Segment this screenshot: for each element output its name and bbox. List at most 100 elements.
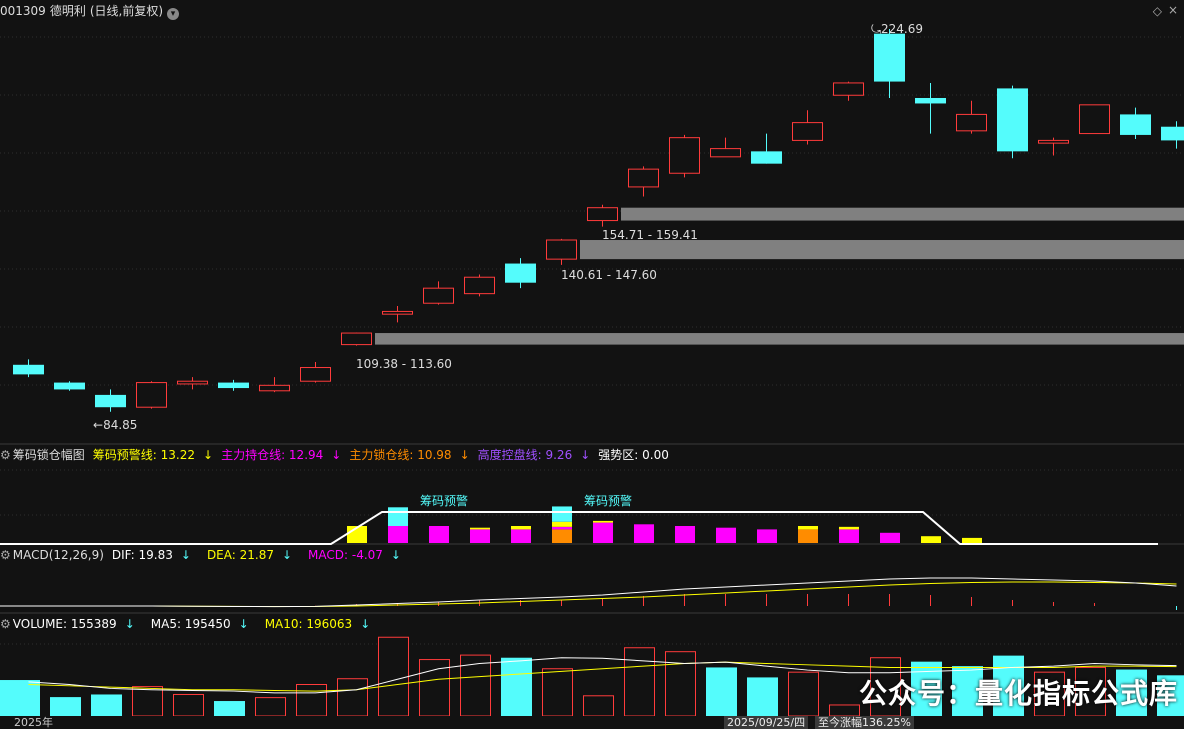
- volume-bar: [132, 686, 163, 717]
- chip-bar-segment: [593, 522, 613, 543]
- candle-body: [997, 88, 1028, 152]
- chevron-down-icon[interactable]: ▾: [167, 8, 180, 20]
- control-line-value: 高度控盘线: 9.26 ↓: [477, 448, 591, 462]
- candle-body: [259, 384, 290, 392]
- macd-value: MACD: -4.07 ↓: [308, 548, 401, 562]
- year-label: 2025年: [14, 716, 53, 729]
- chip-panel-header: ⚙ 筹码锁仓幅图 筹码预警线: 13.22 ↓ 主力持仓线: 12.94 ↓ 主力锁仓线: …: [0, 445, 677, 465]
- chip-bar-segment: [675, 526, 695, 543]
- chip-zone-band: [580, 240, 1184, 260]
- change-since-label: 至今涨幅136.25%: [815, 716, 914, 729]
- candle-body: [792, 122, 823, 141]
- candle-body: [341, 332, 372, 346]
- chip-bar-segment: [839, 529, 859, 543]
- chip-bar-segment: [798, 526, 818, 530]
- chip-bar-segment: [839, 526, 859, 530]
- time-axis-bar: [0, 716, 1184, 729]
- volume-bar: [665, 651, 696, 717]
- dif-value: DIF: 19.83 ↓: [111, 548, 191, 562]
- chip-signal-label-1: 筹码预警: [420, 494, 469, 508]
- watermark: 公众号：量化指标公式库: [858, 677, 1178, 710]
- candle-body: [587, 207, 618, 222]
- chip-panel-title: 筹码锁仓幅图: [12, 448, 85, 462]
- volume-bar: [501, 657, 532, 716]
- chip-bar-segment: [552, 521, 572, 527]
- dea-value: DEA: 21.87 ↓: [206, 548, 293, 562]
- candle-body: [423, 287, 454, 304]
- chip-bar-segment: [593, 520, 613, 523]
- chip-bar-segment: [470, 529, 490, 543]
- chip-bar-segment: [388, 507, 408, 526]
- volume-bar: [91, 694, 122, 716]
- candle-body: [95, 394, 126, 408]
- candle-body: [1161, 126, 1184, 141]
- candle-body: [915, 97, 946, 104]
- volume-bar: [214, 701, 245, 716]
- candle-body: [177, 380, 208, 385]
- macd-title: MACD(12,26,9): [12, 548, 104, 562]
- candle-body: [1120, 114, 1151, 135]
- gear-icon[interactable]: ⚙: [0, 617, 11, 631]
- close-icon[interactable]: ×: [1168, 3, 1178, 17]
- chip-bar-segment: [634, 524, 654, 543]
- volume-bar: [706, 667, 737, 716]
- lock-line-value: 主力锁仓线: 10.98 ↓: [349, 448, 470, 462]
- ma5-value: MA5: 195450 ↓: [150, 617, 249, 631]
- chip-signal-label-2: 筹码预警: [584, 494, 633, 508]
- volume-value: VOLUME: 155389 ↓: [12, 617, 135, 631]
- chip-bar-segment: [388, 526, 408, 543]
- stock-chart-window: 001309 德明利 (日线,前复权) ▾ ◇ × ⤿224.69 ←84.85 10…: [0, 0, 1184, 729]
- gear-icon[interactable]: ⚙: [0, 448, 11, 462]
- chip-bar-segment: [552, 526, 572, 530]
- chip-bar-segment: [798, 529, 818, 543]
- macd-panel-header: ⚙ MACD(12,26,9) DIF: 19.83 ↓ DEA: 21.87 ↓ MACD…: [0, 545, 417, 565]
- candle-body: [874, 33, 905, 82]
- chip-bar-segment: [921, 536, 941, 543]
- candle-body: [505, 263, 536, 283]
- chip-bar-segment: [511, 526, 531, 530]
- low-price-label: ←84.85: [93, 418, 138, 432]
- chip-bar-segment: [757, 529, 777, 543]
- volume-bar: [583, 695, 614, 717]
- candle-body: [1079, 104, 1110, 135]
- volume-bar: [788, 671, 819, 717]
- volume-panel-header: ⚙ VOLUME: 155389 ↓ MA5: 195450 ↓ MA10: 196063…: [0, 614, 386, 634]
- candle-body: [751, 151, 782, 164]
- candle-body: [710, 148, 741, 158]
- volume-bar: [829, 704, 860, 717]
- candle-body: [218, 382, 249, 389]
- zone-label-1: 109.38 - 113.60: [356, 357, 452, 371]
- volume-bar: [542, 668, 573, 717]
- volume-bar: [337, 678, 368, 717]
- strong-zone-outline: [0, 511, 1158, 545]
- volume-bar: [0, 680, 40, 716]
- cursor-date: 2025/09/25/四: [724, 716, 809, 729]
- chip-bar-segment: [429, 526, 449, 543]
- zone-label-3: 154.71 - 159.41: [602, 228, 698, 242]
- volume-bar: [296, 684, 327, 717]
- candle-body: [13, 364, 44, 375]
- chip-bar-segment: [552, 506, 572, 522]
- period-label: (日线,前复权): [89, 4, 164, 18]
- chip-bar-segment: [470, 527, 490, 530]
- candle-body: [382, 310, 413, 315]
- volume-bar: [255, 697, 286, 717]
- volume-bar: [50, 697, 81, 716]
- diamond-icon[interactable]: ◇: [1153, 4, 1162, 18]
- candle-body: [546, 239, 577, 260]
- candle-body: [628, 168, 659, 188]
- strong-zone-value: 强势区: 0.00: [598, 448, 669, 462]
- candle-body: [1038, 139, 1069, 144]
- ma10-value: MA10: 196063 ↓: [264, 617, 371, 631]
- hold-line-value: 主力持仓线: 12.94 ↓: [221, 448, 342, 462]
- stock-name: 德明利: [49, 4, 86, 18]
- chip-zone-band: [375, 333, 1184, 345]
- volume-bar: [378, 636, 409, 717]
- chip-bar-segment: [716, 527, 736, 543]
- high-price-label: ⤿224.69: [871, 22, 923, 36]
- candle-body: [669, 137, 700, 174]
- candle-body: [464, 276, 495, 295]
- chip-bar-segment: [511, 529, 531, 543]
- zone-label-2: 140.61 - 147.60: [561, 268, 657, 282]
- gear-icon[interactable]: ⚙: [0, 548, 11, 562]
